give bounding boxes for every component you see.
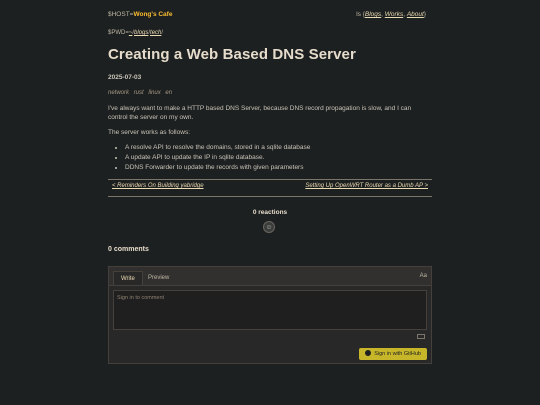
post-pager: < Reminders On Building yabridge Setting… [112,183,428,192]
sign-in-with-github-button[interactable]: Sign in with GitHub [359,348,427,360]
comment-box: Write Preview Aa Sign in to comment Sign… [108,266,432,364]
site-name: Wong's Cafe [133,11,173,18]
post-paragraph-how: The server works as follows: [108,129,190,136]
breadcrumb: $PWD=~/blogs/tech/ [108,30,163,36]
sign-in-label: Sign in with GitHub [374,351,421,357]
pwd-prefix: $PWD= [108,30,129,36]
post-tags: network rust linux en [108,90,175,96]
nav-link-about[interactable]: About [407,11,424,18]
comment-tabbar: Write Preview Aa [109,267,431,286]
page-title: Creating a Web Based DNS Server [108,46,356,63]
post-date: 2025-07-03 [108,74,142,81]
breadcrumb-tech[interactable]: tech [150,30,161,36]
tab-write[interactable]: Write [113,271,143,285]
github-icon [365,350,372,356]
site-brand[interactable]: $HOST=Wong's Cafe [108,11,172,18]
smiley-icon: ☺ [265,223,273,231]
comments-count: 0 comments [108,246,149,253]
nav-prefix: ls { [356,11,365,18]
next-post-link[interactable]: Setting Up OpenWRT Router as a Dumb AP > [305,183,428,189]
host-prefix: $HOST= [108,11,134,18]
tab-preview[interactable]: Preview [141,271,176,285]
tag-en[interactable]: en [165,90,172,96]
prev-post-link[interactable]: < Reminders On Building yabridge [112,183,204,189]
formatting-toggle[interactable]: Aa [420,273,427,279]
page: $HOST=Wong's Cafe ls {Blogs, Works, Abou… [0,0,540,405]
markdown-icon [417,334,425,339]
nav-suffix: } [423,11,426,18]
list-item: A resolve API to resolve the domains, st… [125,143,310,153]
breadcrumb-blogs[interactable]: blogs [134,30,148,36]
add-reaction-button[interactable]: ☺ [263,221,275,233]
top-bar: $HOST=Wong's Cafe ls {Blogs, Works, Abou… [108,11,426,21]
list-item: A update API to update the IP in sqlite … [125,153,310,163]
comment-input[interactable]: Sign in to comment [113,290,427,330]
divider [108,179,432,180]
tag-linux[interactable]: linux [148,90,160,96]
breadcrumb-sep: / [161,30,164,36]
divider [108,196,432,197]
nav-link-blogs[interactable]: Blogs [365,11,381,18]
reactions-count: 0 reactions [252,209,288,216]
post-paragraph-intro: I've always want to make a HTTP based DN… [108,105,412,121]
top-nav: ls {Blogs, Works, About} [356,11,426,18]
tag-network[interactable]: network [108,90,129,96]
list-item: DDNS Forwarder to update the records wit… [125,163,310,173]
nav-link-works[interactable]: Works [385,11,403,18]
tag-rust[interactable]: rust [134,90,144,96]
feature-list: A resolve API to resolve the domains, st… [116,143,310,173]
